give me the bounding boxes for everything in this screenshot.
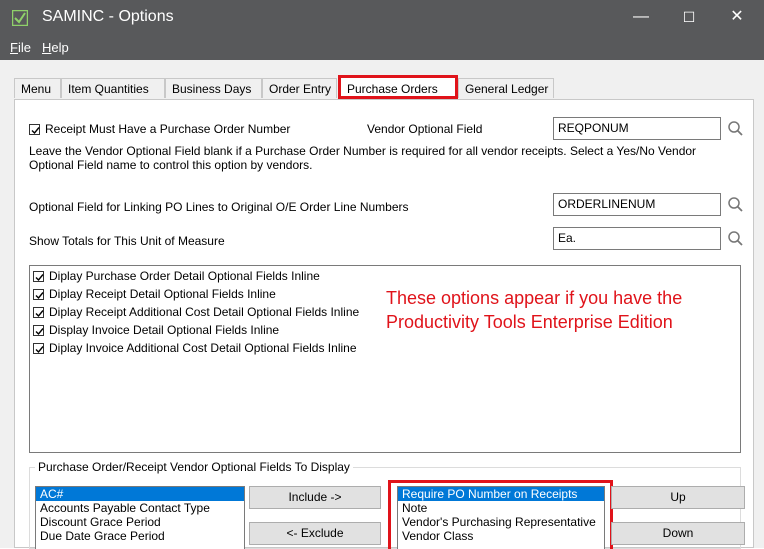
- app-icon: [12, 10, 28, 26]
- inline-option-label: Diplay Purchase Order Detail Optional Fi…: [49, 269, 320, 283]
- search-icon[interactable]: [727, 120, 745, 138]
- selected-fields-highlight: [388, 480, 613, 549]
- vendor-fields-group-title: Purchase Order/Receipt Vendor Optional F…: [35, 460, 353, 474]
- window-title: SAMINC - Options: [42, 8, 174, 25]
- tab-order-entry[interactable]: Order Entry: [262, 78, 337, 98]
- close-button[interactable]: ✕: [722, 4, 752, 30]
- inline-option-item[interactable]: Diplay Receipt Detail Optional Fields In…: [30, 285, 390, 303]
- title-bar: SAMINC - Options — ☐ ✕: [0, 0, 764, 36]
- receipt-must-have-po-checkbox[interactable]: [29, 124, 40, 135]
- unit-of-measure-input[interactable]: Ea.: [553, 227, 721, 250]
- inline-option-label: Diplay Receipt Detail Optional Fields In…: [49, 287, 276, 301]
- down-button[interactable]: Down: [611, 522, 745, 545]
- inline-option-item[interactable]: Display Invoice Detail Optional Fields I…: [30, 321, 390, 339]
- menu-bar: File Help: [0, 36, 764, 60]
- tab-general-ledger[interactable]: General Ledger: [458, 78, 554, 98]
- purchase-orders-panel: Receipt Must Have a Purchase Order Numbe…: [14, 99, 754, 549]
- inline-option-checkbox[interactable]: [33, 325, 44, 336]
- annotation-line-2: Productivity Tools Enterprise Edition: [386, 312, 673, 332]
- available-fields-list[interactable]: AC# Accounts Payable Contact Type Discount…: [35, 486, 245, 549]
- inline-option-checkbox[interactable]: [33, 271, 44, 282]
- include-button[interactable]: Include ->: [249, 486, 381, 509]
- annotation-line-1: These options appear if you have the: [386, 288, 683, 308]
- inline-option-label: Diplay Receipt Additional Cost Detail Op…: [49, 305, 360, 319]
- available-field-item[interactable]: Accounts Payable Contact Type: [36, 501, 244, 515]
- tab-purchase-orders[interactable]: Purchase Orders: [338, 75, 458, 99]
- search-icon[interactable]: [727, 230, 745, 248]
- linking-field-input[interactable]: ORDERLINENUM: [553, 193, 721, 216]
- tab-menu[interactable]: Menu: [14, 78, 61, 98]
- available-field-item[interactable]: Due Date Grace Period: [36, 529, 244, 543]
- maximize-button[interactable]: ☐: [674, 4, 704, 30]
- minimize-button[interactable]: —: [626, 4, 656, 30]
- tab-item-quantities[interactable]: Item Quantities: [61, 78, 165, 98]
- available-field-item[interactable]: AC#: [36, 487, 244, 501]
- receipt-must-have-po-label: Receipt Must Have a Purchase Order Numbe…: [45, 122, 291, 136]
- inline-option-item[interactable]: Diplay Purchase Order Detail Optional Fi…: [30, 267, 390, 285]
- tab-business-days[interactable]: Business Days: [165, 78, 262, 98]
- unit-of-measure-label: Show Totals for This Unit of Measure: [29, 234, 225, 248]
- vendor-field-note: Leave the Vendor Optional Field blank if…: [29, 144, 697, 172]
- options-client-area: Menu Item Quantities Business Days Order…: [0, 60, 764, 549]
- inline-option-item[interactable]: Diplay Receipt Additional Cost Detail Op…: [30, 303, 390, 321]
- vendor-optional-field-label: Vendor Optional Field: [367, 122, 483, 136]
- linking-field-label: Optional Field for Linking PO Lines to O…: [29, 200, 409, 214]
- menu-file[interactable]: File: [10, 40, 31, 55]
- inline-options-list: Diplay Purchase Order Detail Optional Fi…: [29, 265, 741, 453]
- available-field-item[interactable]: Discount Grace Period: [36, 515, 244, 529]
- inline-option-checkbox[interactable]: [33, 307, 44, 318]
- menu-help[interactable]: Help: [42, 40, 69, 55]
- inline-option-label: Display Invoice Detail Optional Fields I…: [49, 323, 280, 337]
- inline-option-item[interactable]: Diplay Invoice Additional Cost Detail Op…: [30, 339, 390, 357]
- exclude-button[interactable]: <- Exclude: [249, 522, 381, 545]
- up-button[interactable]: Up: [611, 486, 745, 509]
- vendor-optional-field-input[interactable]: REQPONUM: [553, 117, 721, 140]
- inline-option-label: Diplay Invoice Additional Cost Detail Op…: [49, 341, 357, 355]
- inline-option-checkbox[interactable]: [33, 289, 44, 300]
- search-icon[interactable]: [727, 196, 745, 214]
- inline-option-checkbox[interactable]: [33, 343, 44, 354]
